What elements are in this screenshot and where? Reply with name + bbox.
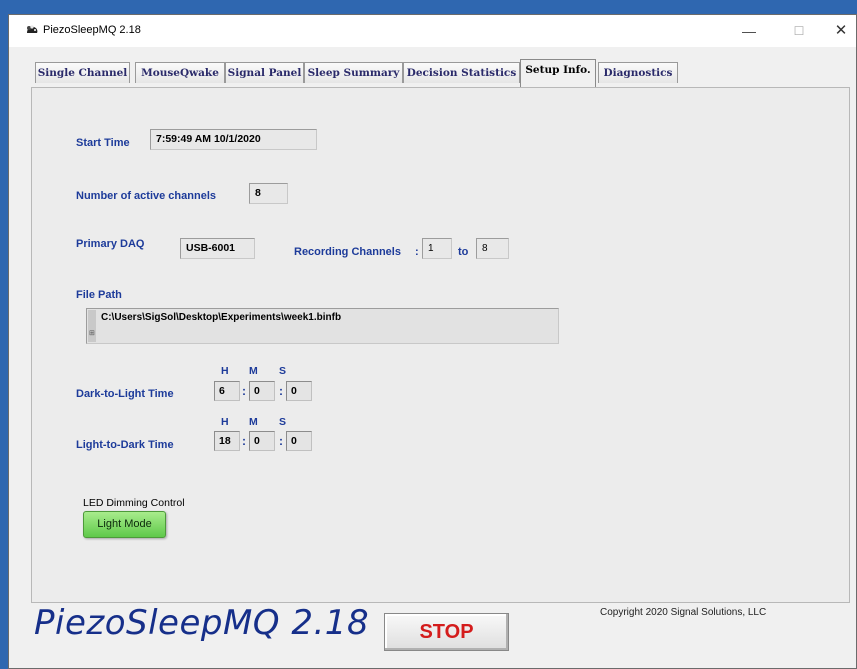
- mouse-app-icon: [27, 25, 38, 33]
- file-path-field: ⊞ C:\Users\SigSol\Desktop\Experiments\we…: [86, 308, 559, 344]
- copyright-text: Copyright 2020 Signal Solutions, LLC: [600, 607, 767, 618]
- light-to-dark-minutes-field: 0: [249, 431, 275, 451]
- file-path-marker-icon: ⊞: [89, 330, 95, 337]
- dark-to-light-hours-field: 6: [214, 381, 240, 401]
- light-to-dark-s-header: S: [279, 416, 287, 428]
- light-to-dark-m-header: M: [249, 416, 258, 428]
- tab-bar: Single Channel MouseQwake Signal Panel S…: [9, 59, 856, 87]
- tab-single-channel[interactable]: Single Channel: [35, 62, 130, 83]
- tab-mouseqwake[interactable]: MouseQwake: [135, 62, 225, 83]
- app-window: PiezoSleepMQ 2.18 — ☐ ✕ Single Channel M…: [8, 14, 857, 669]
- start-time-label: Start Time: [76, 137, 130, 149]
- start-time-field: 7:59:49 AM 10/1/2020: [150, 129, 317, 150]
- primary-daq-label: Primary DAQ: [76, 238, 145, 250]
- primary-daq-field: USB-6001: [180, 238, 255, 259]
- dark-to-light-colon-1: :: [242, 384, 246, 398]
- light-to-dark-h-header: H: [221, 416, 229, 428]
- led-dimming-label: LED Dimming Control: [83, 497, 185, 509]
- light-to-dark-label: Light-to-Dark Time: [76, 439, 174, 451]
- desktop-edge-left: [0, 0, 8, 669]
- window-title: PiezoSleepMQ 2.18: [43, 24, 141, 36]
- light-to-dark-seconds-field: 0: [286, 431, 312, 451]
- tab-diagnostics[interactable]: Diagnostics: [598, 62, 678, 83]
- dark-to-light-m-header: M: [249, 365, 258, 377]
- active-channels-field: 8: [249, 183, 288, 204]
- recording-channels-colon: :: [415, 246, 419, 258]
- desktop-edge-top: [8, 0, 857, 14]
- light-to-dark-colon-2: :: [279, 434, 283, 448]
- maximize-button[interactable]: ☐: [785, 21, 813, 41]
- dark-to-light-h-header: H: [221, 365, 229, 377]
- dark-to-light-minutes-field: 0: [249, 381, 275, 401]
- minimize-button[interactable]: —: [735, 21, 763, 41]
- file-path-label: File Path: [76, 289, 122, 301]
- active-channels-label: Number of active channels: [76, 190, 216, 202]
- stop-button[interactable]: STOP: [384, 613, 509, 651]
- tab-sleep-summary[interactable]: Sleep Summary: [304, 62, 403, 83]
- title-bar[interactable]: PiezoSleepMQ 2.18 — ☐ ✕: [9, 15, 856, 47]
- tab-signal-panel[interactable]: Signal Panel: [225, 62, 304, 83]
- dark-to-light-s-header: S: [279, 365, 287, 377]
- light-to-dark-hours-field: 18: [214, 431, 240, 451]
- recording-channel-from-field: 1: [422, 238, 452, 259]
- recording-channels-label: Recording Channels: [294, 246, 401, 258]
- file-path-scrollbar[interactable]: [88, 310, 96, 342]
- light-mode-button[interactable]: Light Mode: [83, 511, 166, 538]
- close-button[interactable]: ✕: [827, 21, 855, 41]
- light-to-dark-colon-1: :: [242, 434, 246, 448]
- dark-to-light-seconds-field: 0: [286, 381, 312, 401]
- recording-to-label: to: [458, 246, 469, 258]
- dark-to-light-colon-2: :: [279, 384, 283, 398]
- file-path-value: C:\Users\SigSol\Desktop\Experiments\week…: [101, 312, 342, 323]
- tab-setup-info[interactable]: Setup Info.: [520, 59, 596, 87]
- brand-title: PiezoSleepMQ 2.18: [34, 603, 370, 643]
- recording-channel-to-field: 8: [476, 238, 509, 259]
- dark-to-light-label: Dark-to-Light Time: [76, 388, 174, 400]
- tab-decision-statistics[interactable]: Decision Statistics: [403, 62, 520, 83]
